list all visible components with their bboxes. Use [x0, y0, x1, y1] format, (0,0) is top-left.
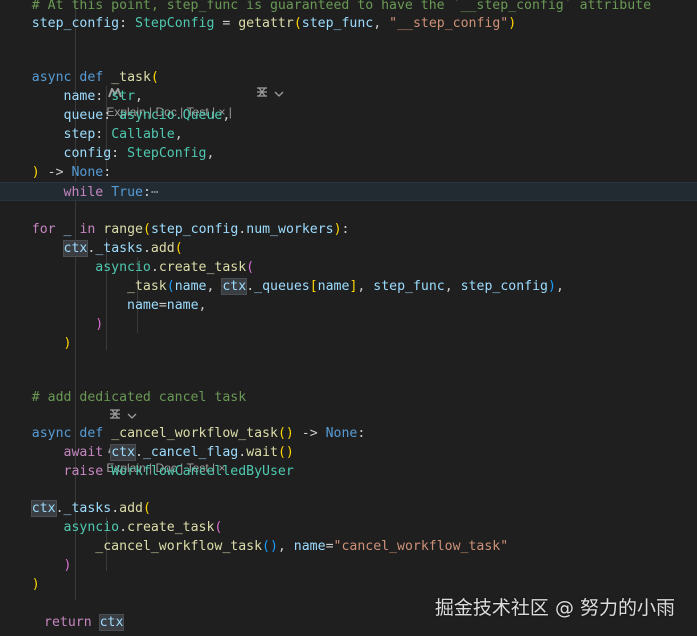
- keyword: async: [31, 426, 72, 441]
- constant: True: [111, 185, 143, 200]
- code-line[interactable]: ): [0, 575, 697, 594]
- keyword-argument: name: [293, 539, 326, 554]
- code-line[interactable]: ): [0, 556, 697, 575]
- codelens-bar: [75, 371, 137, 419]
- code-line[interactable]: async def _cancel_workflow_task() -> Non…: [0, 424, 697, 443]
- keyword: def: [79, 70, 104, 85]
- string-literal: "__step_config": [389, 16, 509, 31]
- keyword: for: [31, 222, 56, 237]
- folded-region-ellipsis[interactable]: ⋯: [151, 185, 159, 200]
- keyword: async: [31, 70, 72, 85]
- attribute: num_workers: [246, 222, 334, 237]
- argument: step_func: [301, 16, 374, 31]
- variable-highlighted: ctx: [110, 444, 137, 461]
- code-editor[interactable]: # At this point, step_func is guaranteed…: [0, 0, 697, 636]
- argument: name: [166, 298, 199, 313]
- code-line[interactable]: step_config: StepConfig = getattr(step_f…: [0, 14, 697, 33]
- keyword: await: [63, 445, 104, 460]
- type-annotation: Callable: [111, 127, 175, 142]
- return-type: None: [325, 426, 358, 441]
- codelens-bar: Explain | Doc | Test | × |: [75, 49, 284, 119]
- attribute: _tasks: [63, 501, 112, 516]
- type-annotation: StepConfig: [135, 16, 215, 31]
- parameter: config: [63, 146, 112, 161]
- codelens-bar: Explain | Doc | Test | ×: [75, 405, 225, 475]
- keyword: def: [79, 426, 104, 441]
- function-call: getattr: [238, 16, 294, 31]
- code-line[interactable]: asyncio.create_task(: [0, 518, 697, 537]
- argument: name: [174, 279, 207, 294]
- code-line[interactable]: name=name,: [0, 296, 697, 315]
- variable-highlighted: ctx: [30, 500, 57, 517]
- parameter: queue: [63, 108, 104, 123]
- code-line[interactable]: queue: asyncio.Queue,: [0, 106, 697, 125]
- function-call: add: [150, 241, 175, 256]
- variable-highlighted: ctx: [62, 240, 89, 257]
- keyword-argument: name: [127, 298, 159, 313]
- module: asyncio: [95, 260, 151, 275]
- function-call: create_task: [158, 260, 247, 275]
- code-line[interactable]: async def _task(: [0, 68, 697, 87]
- exception-class: WorkflowCancelledByUser: [111, 464, 294, 479]
- code-line-active[interactable]: while True:⋯: [0, 182, 697, 201]
- code-line[interactable]: ) -> None:: [0, 163, 697, 182]
- code-line[interactable]: asyncio.create_task(: [0, 258, 697, 277]
- code-line[interactable]: config: StepConfig,: [0, 144, 697, 163]
- type-annotation: StepConfig: [127, 146, 207, 161]
- argument: name: [317, 279, 350, 294]
- variable: step_config: [31, 16, 120, 31]
- function-call: wait: [246, 445, 278, 460]
- code-line[interactable]: raise WorkflowCancelledByUser: [0, 462, 697, 481]
- function-call: _cancel_workflow_task: [95, 539, 263, 554]
- watermark: 掘金技术社区 @ 努力的小雨: [434, 597, 675, 619]
- function-name: _cancel_workflow_task: [111, 426, 278, 441]
- code-line[interactable]: await ctx._cancel_flag.wait(): [0, 443, 697, 462]
- code-line[interactable]: # At this point, step_func is guaranteed…: [0, 0, 697, 15]
- parameter: step: [63, 127, 96, 142]
- code-line[interactable]: _task(name, ctx._queues[name], step_func…: [0, 277, 697, 296]
- keyword: while: [63, 185, 104, 200]
- attribute: _tasks: [95, 241, 143, 256]
- attribute: _cancel_flag: [142, 445, 239, 460]
- attribute: _queues: [254, 279, 310, 294]
- variable: step_config: [150, 222, 239, 237]
- type-annotation: asyncio.Queue: [119, 108, 223, 123]
- argument: step_func: [373, 279, 445, 294]
- variable-highlighted: ctx: [98, 614, 125, 631]
- function-name: _task: [111, 70, 151, 85]
- code-line[interactable]: _cancel_workflow_task(), name="cancel_wo…: [0, 537, 697, 556]
- type-annotation: str: [111, 89, 136, 104]
- variable-highlighted: ctx: [221, 278, 248, 295]
- parameter: name: [63, 89, 96, 104]
- keyword: in: [79, 222, 96, 237]
- code-line[interactable]: step: Callable,: [0, 125, 697, 144]
- module: asyncio: [63, 520, 120, 535]
- comment: # add dedicated cancel task: [31, 390, 247, 405]
- variable: _: [63, 222, 72, 237]
- return-type: None: [71, 165, 104, 180]
- string-literal: "cancel_workflow_task": [333, 539, 509, 554]
- code-line[interactable]: for _ in range(step_config.num_workers):: [0, 220, 697, 239]
- function-call: add: [119, 501, 143, 516]
- argument: step_config: [460, 279, 548, 294]
- code-line[interactable]: name: str,: [0, 87, 697, 106]
- function-call: range: [103, 222, 143, 237]
- code-line[interactable]: ctx._tasks.add(: [0, 239, 697, 258]
- code-line[interactable]: ): [0, 315, 697, 334]
- code-line[interactable]: ): [0, 334, 697, 353]
- keyword: raise: [63, 464, 104, 479]
- function-call: _task: [127, 279, 167, 294]
- code-line[interactable]: ctx._tasks.add(: [0, 499, 697, 518]
- comment: # At this point, step_func is guaranteed…: [31, 0, 652, 13]
- keyword: return: [44, 615, 92, 630]
- function-call: create_task: [127, 520, 215, 535]
